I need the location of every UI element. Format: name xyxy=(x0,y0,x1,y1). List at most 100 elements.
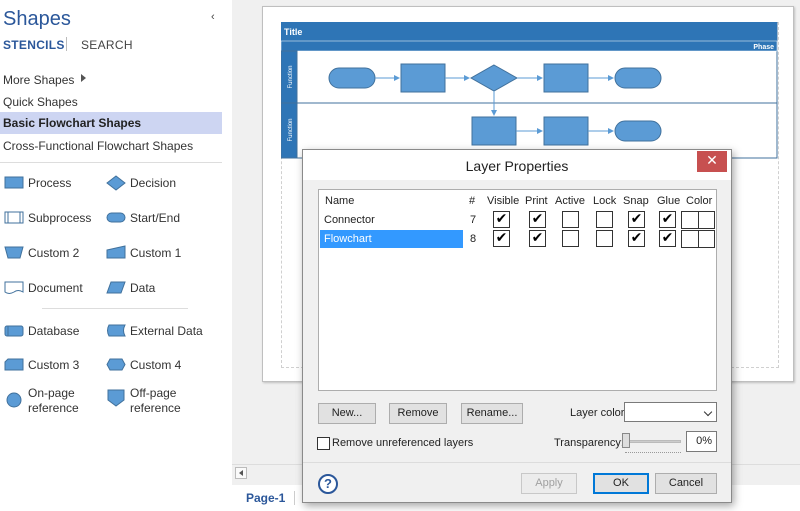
remove-unreferenced-label: Remove unreferenced layers xyxy=(332,437,474,449)
cross-functional-flowchart-link[interactable]: Cross-Functional Flowchart Shapes xyxy=(0,135,222,157)
basic-flowchart-shapes-link[interactable]: Basic Flowchart Shapes xyxy=(0,112,222,134)
layer-glue-checkbox[interactable]: ✔ xyxy=(659,211,676,228)
title-bar[interactable] xyxy=(281,22,777,41)
off-page-reference-icon xyxy=(107,389,125,407)
cancel-button[interactable]: Cancel xyxy=(655,473,717,494)
layer-name[interactable]: Flowchart xyxy=(320,230,463,248)
flow-start-end[interactable] xyxy=(614,67,662,89)
layer-color-cell[interactable] xyxy=(681,211,715,229)
layer-color-label: Layer color: xyxy=(570,407,628,419)
chevron-right-icon xyxy=(81,74,86,82)
external-data-icon xyxy=(107,324,126,337)
layer-visible-checkbox[interactable]: ✔ xyxy=(493,230,510,247)
close-icon[interactable]: ✕ xyxy=(697,151,727,172)
shape-custom-3[interactable]: Custom 3 xyxy=(0,349,110,381)
shape-on-page-reference[interactable]: On-page reference xyxy=(0,385,110,417)
layer-number: 8 xyxy=(470,233,477,245)
flow-process[interactable] xyxy=(400,63,446,93)
new-layer-button[interactable]: New... xyxy=(318,403,376,424)
layer-snap-checkbox[interactable]: ✔ xyxy=(628,211,645,228)
shape-label: Custom 2 xyxy=(28,246,80,260)
layer-name[interactable]: Connector xyxy=(320,211,463,229)
page-tab[interactable]: Page-1 xyxy=(246,491,285,505)
more-shapes-link[interactable]: More Shapes xyxy=(0,69,222,91)
shape-label: Data xyxy=(130,281,156,295)
shapes-pane: Shapes ‹ STENCILS SEARCH More Shapes Qui… xyxy=(0,0,230,511)
column-header-snap: Snap xyxy=(623,195,649,207)
shape-process[interactable]: Process xyxy=(0,167,110,199)
shape-label: Document xyxy=(28,281,83,295)
rename-layer-button[interactable]: Rename... xyxy=(461,403,523,424)
phase-bar[interactable] xyxy=(281,40,778,52)
tab-stencils[interactable]: STENCILS xyxy=(3,38,65,52)
shape-custom-4[interactable]: Custom 4 xyxy=(102,349,212,381)
dialog-titlebar[interactable]: Layer Properties ✕ xyxy=(303,150,731,180)
shape-start-end[interactable]: Start/End xyxy=(102,202,212,234)
shape-off-page-reference[interactable]: Off-page reference xyxy=(102,385,212,417)
layer-properties-dialog: Layer Properties ✕ Name # Visible Print … xyxy=(302,149,732,503)
layer-active-checkbox[interactable] xyxy=(562,230,579,247)
process-icon xyxy=(4,176,24,189)
transparency-value-field[interactable]: 0% xyxy=(686,431,717,452)
layer-table[interactable]: Name # Visible Print Active Lock Snap Gl… xyxy=(318,189,717,391)
transparency-slider-track[interactable] xyxy=(625,440,681,443)
quick-shapes-link[interactable]: Quick Shapes xyxy=(0,91,222,113)
shape-subprocess[interactable]: Subprocess xyxy=(0,202,110,234)
layer-glue-checkbox[interactable]: ✔ xyxy=(659,230,676,247)
phase-label: Phase xyxy=(753,44,774,51)
shapes-group-divider xyxy=(42,308,188,309)
shape-label: Custom 1 xyxy=(130,246,182,260)
column-header-name: Name xyxy=(325,195,355,207)
shape-external-data[interactable]: External Data xyxy=(102,315,212,347)
document-icon xyxy=(4,281,24,294)
shape-document[interactable]: Document xyxy=(0,272,110,304)
on-page-reference-icon xyxy=(6,392,22,408)
flow-start-end[interactable] xyxy=(614,120,662,142)
remove-layer-button[interactable]: Remove xyxy=(389,403,447,424)
flow-process[interactable] xyxy=(543,63,589,93)
transparency-slider-thumb[interactable] xyxy=(622,433,630,448)
custom-1-icon xyxy=(106,245,126,259)
chevron-down-icon xyxy=(703,407,713,417)
flow-process[interactable] xyxy=(471,116,517,146)
tab-divider xyxy=(66,37,67,51)
shape-decision[interactable]: Decision xyxy=(102,167,212,199)
dialog-title: Layer Properties xyxy=(465,158,569,174)
shape-data[interactable]: Data xyxy=(102,272,212,304)
layer-lock-checkbox[interactable] xyxy=(596,211,613,228)
shape-label: Database xyxy=(28,324,80,338)
layer-color-dropdown[interactable] xyxy=(624,402,717,422)
swimlane-label: Function xyxy=(288,118,294,141)
shape-label: Custom 4 xyxy=(130,358,182,372)
help-icon[interactable]: ? xyxy=(318,474,338,494)
shape-label: Off-page reference xyxy=(130,386,181,415)
column-header-color: Color xyxy=(686,195,713,207)
layer-print-checkbox[interactable]: ✔ xyxy=(529,211,546,228)
apply-button[interactable]: Apply xyxy=(521,473,577,494)
shape-custom-1[interactable]: Custom 1 xyxy=(102,237,212,269)
layer-color-cell[interactable] xyxy=(681,230,715,248)
flow-process[interactable] xyxy=(543,116,589,146)
scroll-left-arrow-icon[interactable] xyxy=(235,467,247,479)
layer-lock-checkbox[interactable] xyxy=(596,230,613,247)
layer-number: 7 xyxy=(470,214,477,226)
shape-database[interactable]: Database xyxy=(0,315,110,347)
shape-label: Process xyxy=(28,176,72,190)
ok-button[interactable]: OK xyxy=(593,473,649,494)
diagram-title: Title xyxy=(284,27,302,37)
cross-functional-diagram[interactable]: Title Phase Function Function xyxy=(281,22,779,162)
remove-unreferenced-checkbox[interactable] xyxy=(317,437,330,450)
layer-active-checkbox[interactable] xyxy=(562,211,579,228)
shape-label: Decision xyxy=(130,176,177,190)
collapse-pane-icon[interactable]: ‹ xyxy=(211,11,215,23)
flow-start-end[interactable] xyxy=(328,67,376,89)
layer-row[interactable]: Connector 7 ✔ ✔ ✔ ✔ xyxy=(319,211,716,229)
layer-visible-checkbox[interactable]: ✔ xyxy=(493,211,510,228)
tab-search[interactable]: SEARCH xyxy=(81,38,133,52)
layer-row[interactable]: Flowchart 8 ✔ ✔ ✔ ✔ xyxy=(319,230,716,248)
layer-print-checkbox[interactable]: ✔ xyxy=(529,230,546,247)
layer-snap-checkbox[interactable]: ✔ xyxy=(628,230,645,247)
start-end-icon xyxy=(106,212,126,223)
shape-label: Subprocess xyxy=(28,211,92,225)
shape-custom-2[interactable]: Custom 2 xyxy=(0,237,110,269)
